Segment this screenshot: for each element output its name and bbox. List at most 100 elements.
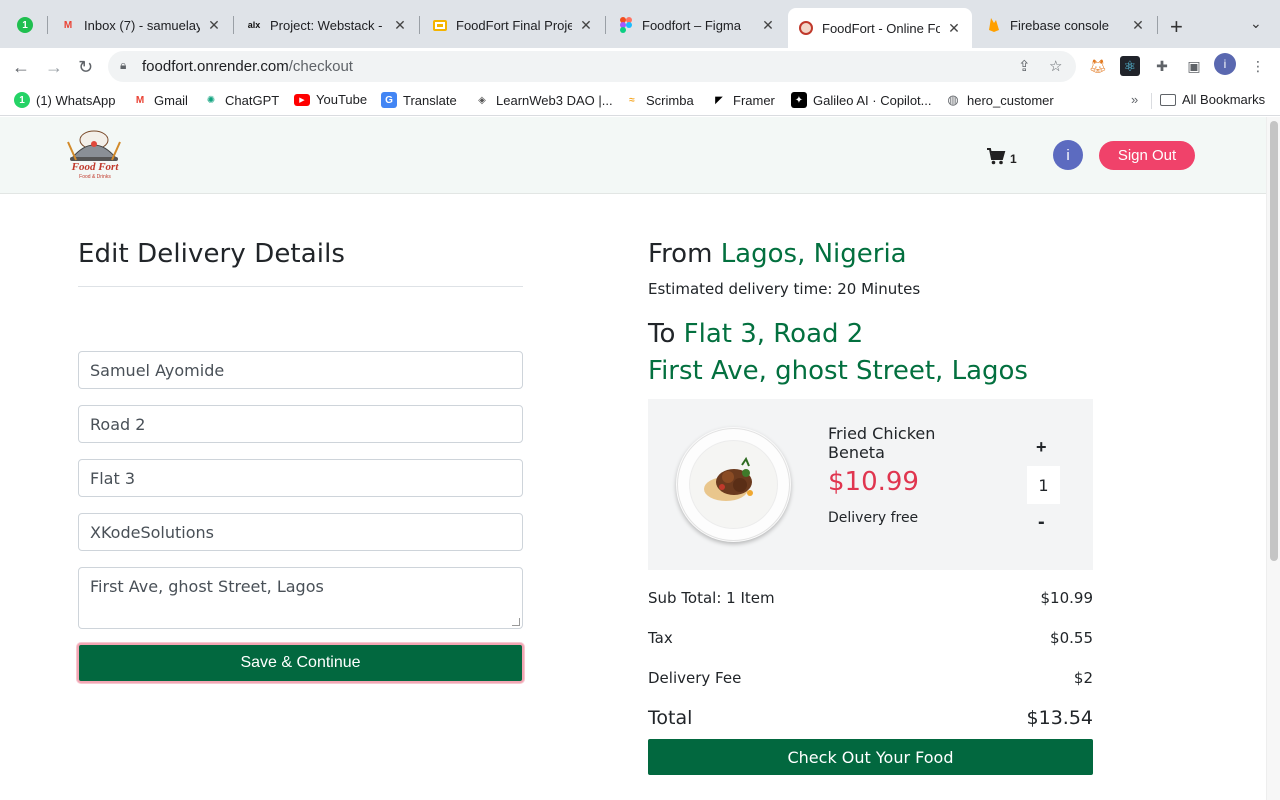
translate-icon: G xyxy=(381,92,397,108)
company-input[interactable]: XKodeSolutions xyxy=(78,513,523,551)
bookmark-label: Framer xyxy=(733,92,775,108)
total-row: Total $13.54 xyxy=(648,707,1093,729)
bookmark-galileo[interactable]: ✦ Galileo AI · Copilot... xyxy=(791,92,932,108)
flat-input[interactable]: Flat 3 xyxy=(78,459,523,497)
metamask-extension-icon[interactable]: 🦊︎ xyxy=(1088,56,1108,76)
address-textarea[interactable]: First Ave, ghost Street, Lagos xyxy=(78,567,523,629)
close-icon[interactable]: ✕ xyxy=(206,17,222,34)
lock-icon: 🔒︎ xyxy=(120,58,127,72)
url-text: foodfort.onrender.com/checkout xyxy=(142,58,353,75)
increase-quantity-button[interactable]: + xyxy=(1036,437,1047,458)
food-plate-image xyxy=(676,427,791,542)
profile-avatar[interactable]: i xyxy=(1214,53,1236,75)
name-input[interactable]: Samuel Ayomide xyxy=(78,351,523,389)
tab-title: Firebase console xyxy=(1010,17,1109,33)
from-heading: From Lagos, Nigeria xyxy=(648,239,907,269)
share-icon[interactable]: ⇪ xyxy=(1018,57,1031,75)
tab-firebase[interactable]: Firebase console ✕ xyxy=(976,8,1156,42)
more-bookmarks-chevron-icon[interactable]: » xyxy=(1131,92,1138,107)
close-icon[interactable]: ✕ xyxy=(1130,17,1146,34)
resize-grip-icon[interactable] xyxy=(512,618,520,626)
tab-gmail[interactable]: M Inbox (7) - samuelayo ✕ xyxy=(50,8,232,42)
bookmark-label: All Bookmarks xyxy=(1182,92,1266,107)
tab-search-chevron-icon[interactable]: ⌄ xyxy=(1250,15,1262,32)
scrimba-icon: ≈ xyxy=(629,94,635,106)
bookmark-whatsapp[interactable]: 1 (1) WhatsApp xyxy=(14,92,115,108)
bookmark-framer[interactable]: ◤ Framer xyxy=(711,92,775,108)
bookmark-label: ChatGPT xyxy=(225,92,280,108)
save-continue-button[interactable]: Save & Continue xyxy=(77,643,524,683)
site-header: Food Fort Food & Drinks 1 i Sign Out xyxy=(0,117,1266,194)
reload-icon[interactable]: ↻ xyxy=(78,57,93,78)
learnweb3-icon: ◈ xyxy=(478,94,486,106)
tax-row: Tax $0.55 xyxy=(648,629,1093,647)
tax-value: $0.55 xyxy=(1050,629,1093,647)
user-avatar[interactable]: i xyxy=(1053,140,1083,170)
close-icon[interactable]: ✕ xyxy=(578,17,594,34)
all-bookmarks-folder[interactable]: All Bookmarks xyxy=(1160,92,1265,107)
bookmark-label: (1) WhatsApp xyxy=(36,92,116,108)
close-icon[interactable]: ✕ xyxy=(392,17,408,34)
new-tab-plus-icon[interactable]: + xyxy=(1170,14,1183,40)
cart-item-card: Fried Chicken Beneta $10.99 Delivery fre… xyxy=(648,399,1093,570)
tab-alx[interactable]: alx Project: Webstack - F ✕ xyxy=(236,8,418,42)
tab-slides[interactable]: FoodFort Final Projec ✕ xyxy=(422,8,604,42)
close-icon[interactable]: ✕ xyxy=(946,20,962,37)
forward-arrow-icon[interactable]: → xyxy=(45,57,63,78)
address-bar[interactable]: 🔒︎ foodfort.onrender.com/checkout ⇪ ☆ xyxy=(108,51,1076,82)
alx-icon: alx xyxy=(247,20,261,30)
close-icon[interactable]: ✕ xyxy=(760,17,776,34)
whatsapp-icon: 1 xyxy=(14,92,30,108)
browser-menu-icon[interactable]: ⋮ xyxy=(1248,56,1268,76)
bookmark-translate[interactable]: G Translate xyxy=(381,92,457,108)
tab-separator xyxy=(605,16,606,34)
gmail-icon: M xyxy=(63,19,73,31)
decrease-quantity-button[interactable]: - xyxy=(1038,511,1045,534)
tab-separator xyxy=(419,16,420,34)
bookmark-label: LearnWeb3 DAO |... xyxy=(496,92,613,108)
bookmark-hero-customer[interactable]: ◍ hero_customer xyxy=(945,92,1053,108)
chatgpt-icon: ✺ xyxy=(206,94,216,106)
to-heading: To Flat 3, Road 2 First Ave, ghost Stree… xyxy=(648,316,1028,390)
cart-count-badge: 1 xyxy=(1010,151,1017,166)
from-prefix: From xyxy=(648,239,713,269)
firebase-icon xyxy=(986,17,1002,33)
foodfort-icon xyxy=(798,20,814,36)
subtotal-value: $10.99 xyxy=(1040,589,1094,607)
bookmark-label: YouTube xyxy=(316,92,368,107)
galileo-icon: ✦ xyxy=(791,92,807,108)
side-panel-icon[interactable]: ▣ xyxy=(1184,56,1204,76)
back-arrow-icon[interactable]: ← xyxy=(12,57,30,78)
logo-subtitle: Food & Drinks xyxy=(79,174,111,180)
tab-foodfort-active[interactable]: FoodFort - Online Fo ✕ xyxy=(788,8,972,48)
sign-out-button[interactable]: Sign Out xyxy=(1099,141,1195,170)
bookmark-youtube[interactable]: ▶ YouTube xyxy=(294,92,367,107)
delivery-fee-row: Delivery Fee $2 xyxy=(648,669,1093,687)
tab-figma[interactable]: Foodfort – Figma ✕ xyxy=(608,8,786,42)
road-input[interactable]: Road 2 xyxy=(78,405,523,443)
pinned-tab-whatsapp[interactable]: 1 xyxy=(14,14,36,36)
scrollbar-thumb[interactable] xyxy=(1270,121,1278,561)
star-bookmark-icon[interactable]: ☆ xyxy=(1049,57,1062,75)
total-label: Total xyxy=(648,707,693,729)
delivery-fee-label: Delivery Fee xyxy=(648,669,742,687)
tab-title: FoodFort Final Projec xyxy=(456,17,572,33)
extensions-puzzle-icon[interactable]: ✚ xyxy=(1152,56,1172,76)
foodfort-logo[interactable]: Food Fort Food & Drinks xyxy=(62,128,126,182)
address-text: First Ave, ghost Street, Lagos xyxy=(90,577,324,596)
bookmark-label: Galileo AI · Copilot... xyxy=(813,92,932,108)
from-location: Lagos, Nigeria xyxy=(720,239,907,269)
bookmark-learnweb3[interactable]: ◈ LearnWeb3 DAO |... xyxy=(474,92,613,108)
tab-separator xyxy=(233,16,234,34)
total-value: $13.54 xyxy=(1026,707,1093,729)
item-price: $10.99 xyxy=(828,467,919,497)
react-devtools-extension-icon[interactable]: ⚛ xyxy=(1120,56,1140,76)
bookmark-gmail[interactable]: M Gmail xyxy=(132,92,188,108)
form-divider xyxy=(78,286,523,287)
bookmark-scrimba[interactable]: ≈ Scrimba xyxy=(624,92,693,108)
checkout-button[interactable]: Check Out Your Food xyxy=(648,739,1093,775)
cart-button[interactable]: 1 xyxy=(986,147,1017,170)
page-scrollbar[interactable] xyxy=(1266,117,1280,800)
bookmark-chatgpt[interactable]: ✺ ChatGPT xyxy=(203,92,279,108)
tab-title: Project: Webstack - F xyxy=(270,17,386,33)
